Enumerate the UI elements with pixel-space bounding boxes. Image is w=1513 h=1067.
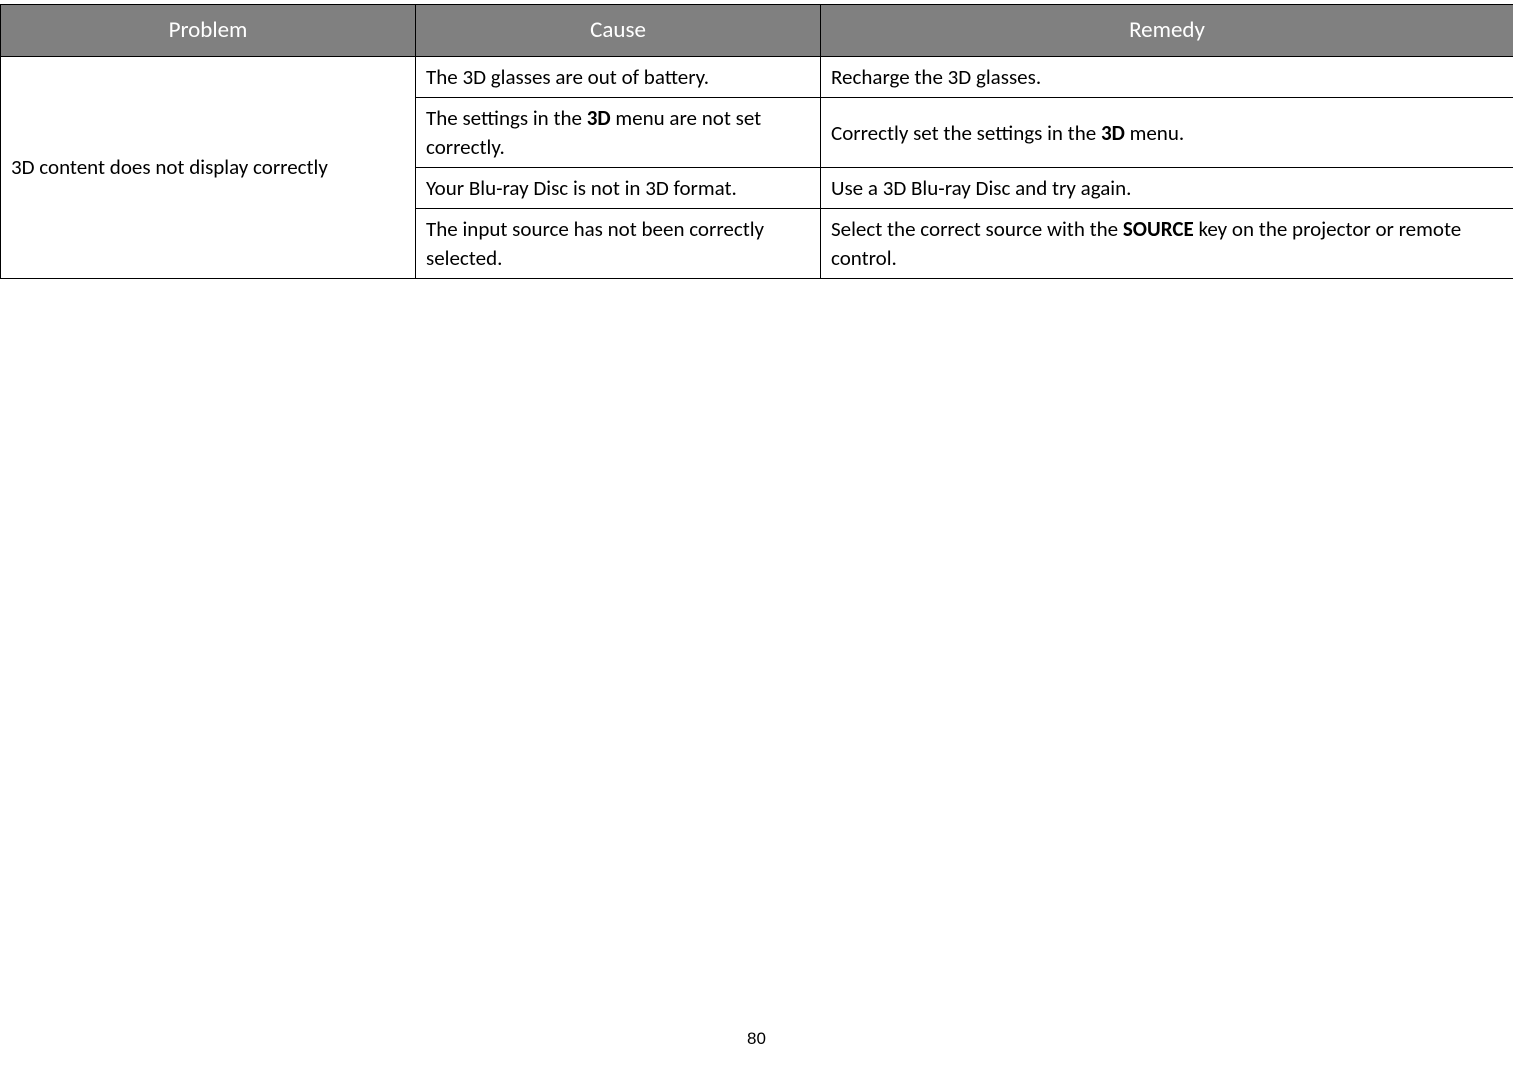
page-number: 80 [0, 1029, 1513, 1049]
table-header-row: Problem Cause Remedy [1, 5, 1513, 57]
header-problem: Problem [1, 5, 416, 57]
troubleshooting-table: Problem Cause Remedy 3D content does not… [0, 4, 1513, 279]
troubleshooting-table-container: Problem Cause Remedy 3D content does not… [0, 0, 1513, 279]
cause-cell: The input source has not been correctly … [416, 209, 821, 279]
remedy-cell: Use a 3D Blu-ray Disc and try again. [821, 168, 1513, 209]
remedy-cell: Select the correct source with the SOURC… [821, 209, 1513, 279]
header-remedy: Remedy [821, 5, 1513, 57]
table-row: 3D content does not display correctly Th… [1, 57, 1513, 98]
cause-cell: Your Blu-ray Disc is not in 3D format. [416, 168, 821, 209]
remedy-cell: Correctly set the settings in the 3D men… [821, 98, 1513, 168]
header-cause: Cause [416, 5, 821, 57]
cause-cell: The 3D glasses are out of battery. [416, 57, 821, 98]
problem-cell: 3D content does not display correctly [1, 57, 416, 279]
remedy-cell: Recharge the 3D glasses. [821, 57, 1513, 98]
cause-cell: The settings in the 3D menu are not set … [416, 98, 821, 168]
